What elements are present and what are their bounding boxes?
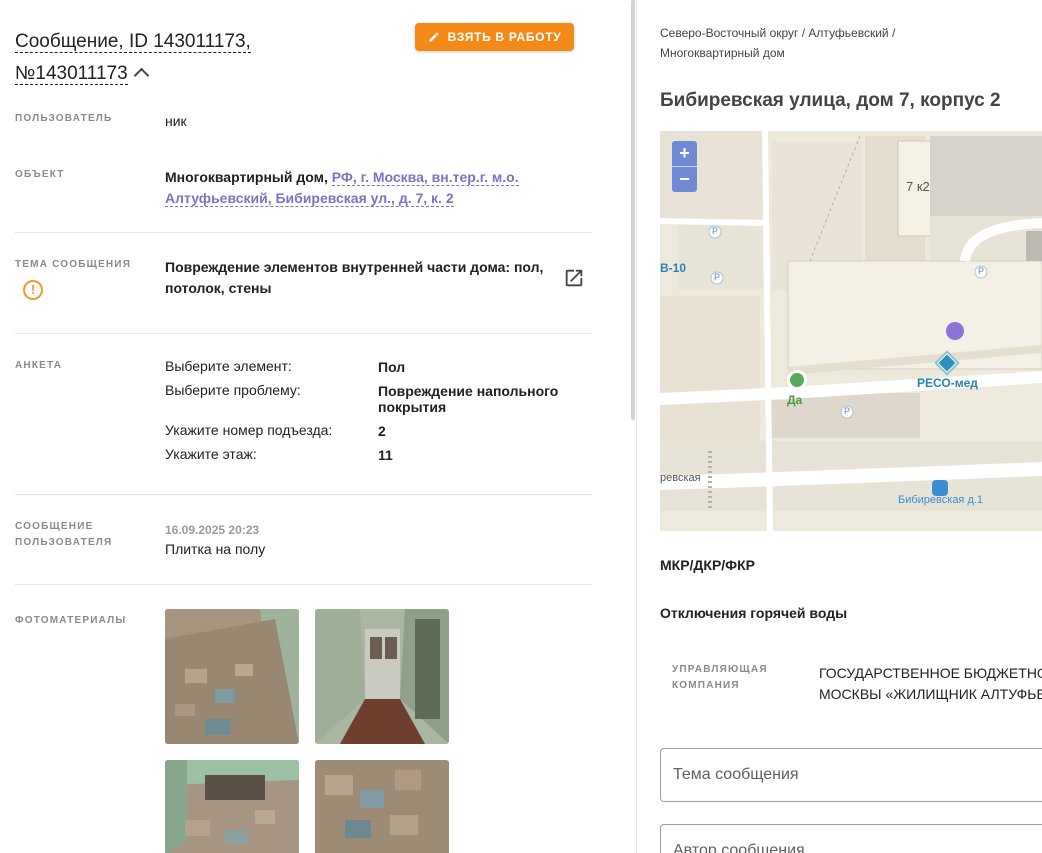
divider — [15, 584, 592, 585]
photos-label: ФОТОМАТЕРИАЛЫ — [15, 615, 127, 626]
message-panel: Сообщение, ID 143011173, №143011173 ВЗЯТ… — [0, 0, 630, 853]
pencil-icon — [429, 32, 439, 42]
survey-key: Выберите элемент: — [165, 358, 292, 374]
breadcrumb-line1[interactable]: Северо-Восточный округ / Алтуфьевский / — [660, 26, 895, 40]
user-value: ник — [165, 113, 187, 129]
survey-value: 2 — [378, 423, 386, 439]
object-address-link-2[interactable]: Алтуфьевский, Бибиревская ул., д. 7, к. … — [165, 190, 454, 207]
message-author-field[interactable]: Автор сообщения — [660, 824, 1042, 853]
user-message-date: 16.09.2025 20:23 — [165, 523, 260, 537]
divider — [15, 494, 592, 495]
take-to-work-button[interactable]: ВЗЯТЬ В РАБОТУ — [415, 23, 574, 51]
message-topic-placeholder: Тема сообщения — [673, 766, 799, 783]
map-poi-reso[interactable]: РЕСО-мед — [917, 376, 978, 390]
title-line2: №143011173 — [15, 63, 128, 85]
photo-thumbnail[interactable] — [315, 760, 449, 853]
parking-icon: P — [712, 226, 719, 236]
management-company-value: ГОСУДАРСТВЕННОЕ БЮДЖЕТНОЕ МОСКВЫ «ЖИЛИЩН… — [819, 665, 1042, 702]
message-author-placeholder: Автор сообщения — [673, 842, 805, 853]
chevron-up-icon[interactable] — [133, 67, 149, 84]
map-zoom-control: + − — [672, 141, 697, 192]
survey-value: Повреждение напольного покрытия — [378, 383, 559, 415]
photo-thumbnail[interactable] — [165, 609, 299, 744]
page-title: Сообщение, ID 143011173, №143011173 — [15, 26, 395, 90]
map-road-label: В-10 — [660, 261, 687, 275]
object-type: Многоквартирный дом, — [165, 169, 328, 185]
map[interactable]: + − 7 к2 В-10 P P P P РЕСО-мед Да ревска… — [660, 131, 1042, 531]
survey-key: Укажите этаж: — [165, 446, 257, 462]
user-message-text: Плитка на полу — [165, 541, 266, 557]
map-bus-stop[interactable]: Бибиревская д.1 — [898, 494, 983, 506]
survey-value: 11 — [378, 447, 393, 463]
message-topic-field[interactable]: Тема сообщения — [660, 748, 1042, 802]
survey-key: Укажите номер подъезда: — [165, 422, 333, 438]
breadcrumb-line2[interactable]: Многоквартирный дом — [660, 46, 785, 60]
map-building-label: 7 к2 — [906, 179, 930, 194]
object-panel: Северо-Восточный округ / Алтуфьевский / … — [637, 0, 1042, 853]
parking-icon: P — [844, 406, 851, 416]
title-line1: Сообщение, ID 143011173, — [15, 31, 251, 53]
zoom-out-button[interactable]: − — [672, 167, 697, 192]
user-message-label: СООБЩЕНИЕ ПОЛЬЗОВАТЕЛЯ — [15, 521, 113, 548]
object-address-link[interactable]: РФ, г. Москва, вн.тер.г. м.о. — [331, 169, 519, 186]
divider — [15, 333, 592, 334]
divider — [15, 232, 592, 233]
mkr-section[interactable]: МКР/ДКР/ФКР — [660, 557, 755, 573]
survey-key: Выберите проблему: — [165, 382, 301, 398]
topic-value: Повреждение элементов внутренней части д… — [165, 259, 544, 296]
parking-icon: P — [714, 272, 721, 282]
survey-value: Пол — [378, 359, 406, 375]
open-external-icon[interactable] — [563, 267, 585, 289]
hot-water-section[interactable]: Отключения горячей воды — [660, 605, 847, 621]
object-label: ОБЪЕКТ — [15, 169, 65, 180]
scrollbar-thumb[interactable] — [631, 0, 635, 420]
breadcrumb: Северо-Восточный округ / Алтуфьевский / … — [660, 23, 1030, 63]
map-poi-da[interactable]: Да — [787, 393, 802, 407]
management-company-label: УПРАВЛЯЮЩАЯ КОМПАНИЯ — [672, 664, 768, 691]
photo-thumbnail[interactable] — [165, 760, 299, 853]
take-to-work-label: ВЗЯТЬ В РАБОТУ — [447, 30, 562, 44]
object-address-title: Бибиревская улица, дом 7, корпус 2 — [660, 90, 1001, 111]
survey-label: АНКЕТА — [15, 360, 63, 371]
zoom-in-button[interactable]: + — [672, 141, 697, 166]
object-value: Многоквартирный дом, РФ, г. Москва, вн.т… — [165, 167, 585, 209]
photo-thumbnail[interactable] — [315, 609, 449, 744]
user-label: ПОЛЬЗОВАТЕЛЬ — [15, 113, 113, 124]
parking-icon: P — [978, 266, 985, 276]
map-street-label: ревская — [660, 472, 701, 484]
topic-label: ТЕМА СООБЩЕНИЯ — [15, 259, 132, 270]
warning-icon: ! — [23, 280, 43, 300]
